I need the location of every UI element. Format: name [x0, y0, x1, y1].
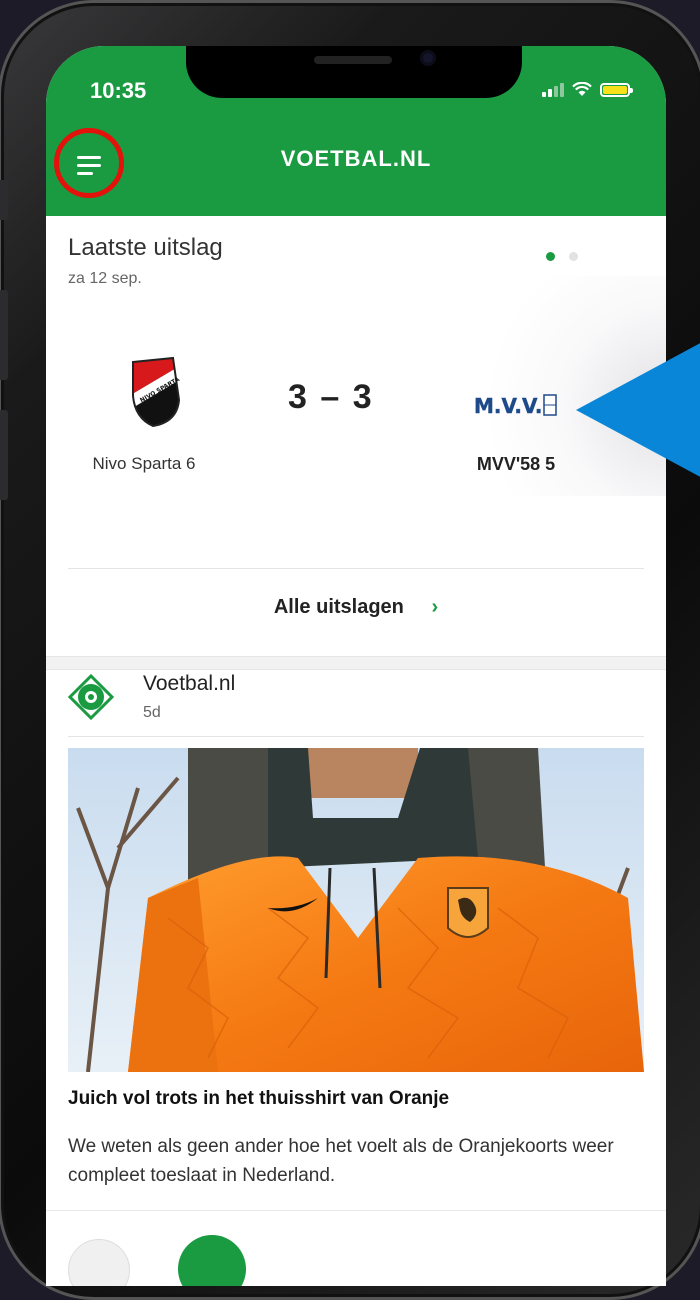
pointer-arrow-icon	[576, 343, 700, 477]
oranje-shirt-image	[68, 748, 644, 1072]
svg-text:M.V.V.: M.V.V.	[474, 394, 543, 416]
speaker	[314, 56, 392, 64]
front-camera	[420, 50, 436, 66]
share-button[interactable]	[178, 1235, 246, 1286]
carousel-dot-active	[546, 252, 555, 261]
match-score: 3 – 3	[288, 378, 374, 416]
divider	[68, 568, 644, 569]
latest-result-heading: Laatste uitslag	[68, 234, 223, 261]
reaction-button[interactable]	[68, 1239, 130, 1286]
notch	[186, 46, 522, 98]
wifi-icon	[572, 82, 592, 96]
post-source: Voetbal.nl	[143, 672, 236, 695]
mvv58-logo-icon: M.V.V.	[474, 394, 557, 416]
all-results-label: Alle uitslagen	[273, 596, 404, 618]
phone-frame: 10:35 VOETBAL.NL Laatste uitslag za 12 s…	[0, 0, 700, 1300]
app-title: VOETBAL.NL	[280, 146, 432, 171]
all-results-link[interactable]: Alle uitslagen ›	[46, 596, 666, 619]
app-header: 10:35 VOETBAL.NL	[46, 46, 666, 216]
mute-switch	[0, 180, 8, 220]
section-separator	[46, 656, 666, 670]
chevron-right-icon: ›	[431, 596, 439, 618]
battery-icon	[600, 82, 633, 97]
post-age: 5d	[143, 704, 161, 721]
article-photo[interactable]	[68, 748, 644, 1072]
screen: 10:35 VOETBAL.NL Laatste uitslag za 12 s…	[46, 46, 666, 1286]
post-action-bar	[46, 1210, 666, 1286]
soccer-ball-icon	[68, 674, 114, 720]
away-team-name: MVV'58 5	[476, 454, 556, 474]
carousel-dot	[569, 252, 578, 261]
home-team-name: Nivo Sparta 6	[92, 454, 196, 473]
volume-up-button	[0, 290, 8, 380]
latest-result-card[interactable]: Laatste uitslag za 12 sep. NIVO SPARTA N…	[46, 216, 666, 670]
nivo-sparta-logo-icon: NIVO SPARTA	[132, 356, 181, 428]
signal-icon	[542, 82, 564, 97]
article-title: Juich vol trots in het thuisshirt van Or…	[68, 1088, 450, 1109]
divider	[68, 736, 644, 737]
volume-down-button	[0, 410, 8, 500]
status-icons	[542, 82, 633, 97]
news-post-card[interactable]: Voetbal.nl 5d Juich vol trots in het thu…	[46, 670, 666, 1286]
article-body: We weten als geen ander hoe het voelt al…	[68, 1136, 614, 1186]
status-time: 10:35	[90, 78, 147, 103]
carousel-indicator[interactable]	[546, 252, 578, 261]
match-date: za 12 sep.	[68, 270, 142, 287]
